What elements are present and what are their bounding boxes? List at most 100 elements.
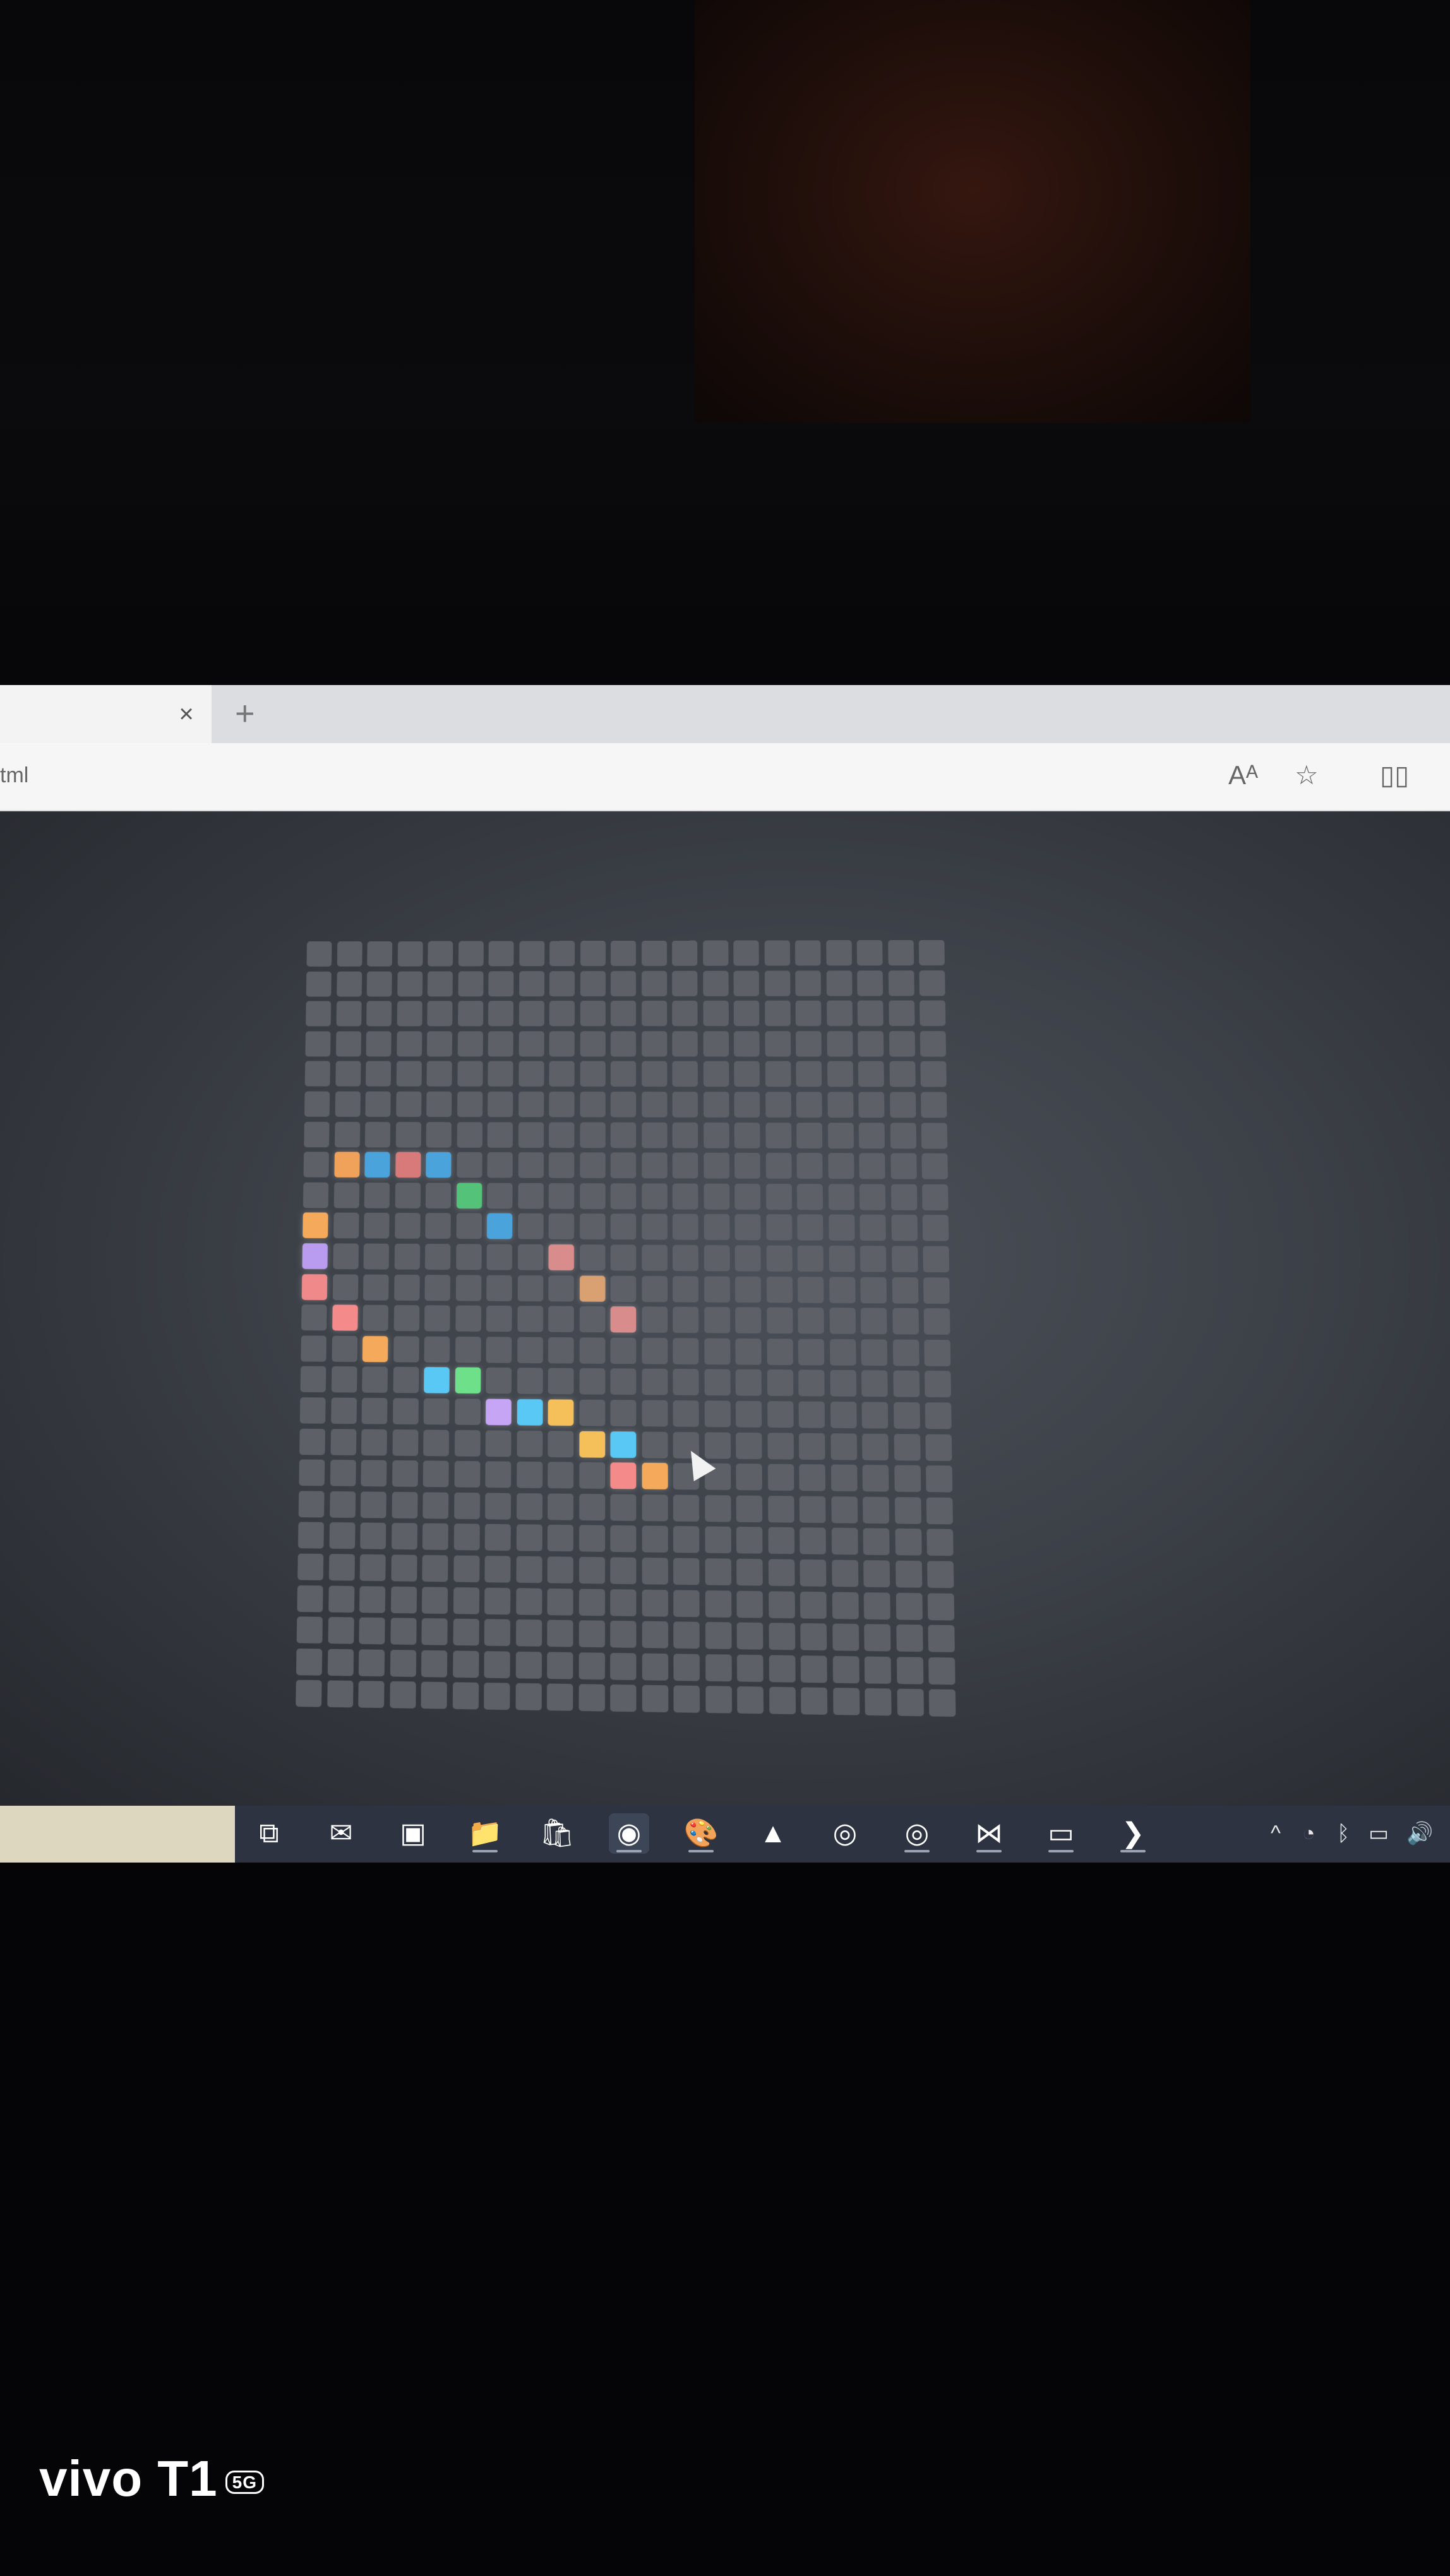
grid-cell[interactable]: [733, 940, 759, 966]
grid-cell[interactable]: [358, 1649, 385, 1677]
grid-cell[interactable]: [484, 1556, 511, 1583]
grid-cell[interactable]: [672, 1183, 698, 1210]
grid-cell[interactable]: [518, 1152, 544, 1178]
grid-cell-lit[interactable]: [548, 1244, 575, 1271]
grid-cell[interactable]: [517, 1337, 543, 1364]
grid-cell[interactable]: [580, 1091, 606, 1118]
grid-cell[interactable]: [829, 1308, 856, 1335]
grid-cell[interactable]: [332, 1273, 358, 1301]
grid-cell[interactable]: [487, 1121, 513, 1148]
grid-cell[interactable]: [306, 971, 332, 997]
grid-cell[interactable]: [673, 1369, 699, 1396]
grid-cell[interactable]: [328, 1585, 354, 1613]
grid-cell[interactable]: [488, 1061, 513, 1087]
grid-cell[interactable]: [367, 941, 393, 967]
grid-cell-lit[interactable]: [548, 1399, 574, 1426]
grid-cell[interactable]: [672, 1031, 698, 1057]
grid-cell[interactable]: [610, 1213, 637, 1240]
grid-cell[interactable]: [330, 1428, 356, 1455]
grid-cell[interactable]: [703, 1061, 729, 1087]
grid-cell[interactable]: [549, 1001, 575, 1027]
grid-cell[interactable]: [796, 1122, 823, 1148]
grid-cell[interactable]: [421, 1650, 448, 1678]
grid-cell[interactable]: [795, 1000, 822, 1027]
grid-cell[interactable]: [832, 1623, 859, 1652]
grid-cell-lit[interactable]: [424, 1367, 450, 1394]
grid-cell[interactable]: [765, 1153, 792, 1179]
grid-cell[interactable]: [391, 1491, 418, 1518]
grid-cell[interactable]: [485, 1461, 512, 1488]
grid-cell[interactable]: [421, 1681, 447, 1710]
grid-cell[interactable]: [395, 1121, 421, 1148]
grid-cell[interactable]: [392, 1460, 418, 1488]
grid-cell[interactable]: [673, 1621, 700, 1649]
grid-cell[interactable]: [458, 941, 484, 967]
grid-cell[interactable]: [515, 1587, 542, 1615]
grid-cell[interactable]: [487, 1183, 513, 1209]
grid-cell[interactable]: [331, 1335, 357, 1362]
grid-cell[interactable]: [329, 1522, 356, 1549]
grid-cell[interactable]: [361, 1460, 387, 1487]
grid-cell[interactable]: [426, 1061, 452, 1087]
grid-cell[interactable]: [424, 1336, 450, 1363]
grid-cell[interactable]: [610, 1652, 637, 1680]
grid-cell[interactable]: [863, 1528, 890, 1556]
grid-cell[interactable]: [547, 1525, 573, 1552]
grid-cell[interactable]: [395, 1091, 421, 1118]
grid-cell[interactable]: [860, 1277, 887, 1303]
grid-cell[interactable]: [485, 1493, 512, 1520]
grid-cell[interactable]: [829, 1277, 856, 1303]
grid-cell[interactable]: [361, 1397, 388, 1424]
grid-cell[interactable]: [830, 1464, 858, 1492]
grid-cell[interactable]: [923, 1308, 950, 1335]
grid-cell[interactable]: [642, 1494, 668, 1522]
grid-cell[interactable]: [390, 1586, 417, 1614]
grid-cell[interactable]: [327, 1680, 354, 1708]
grid-cell[interactable]: [795, 970, 821, 996]
grid-cell[interactable]: [301, 1304, 327, 1331]
vscode-icon[interactable]: ⋈: [969, 1813, 1009, 1854]
grid-cell[interactable]: [304, 1091, 330, 1117]
grid-cell[interactable]: [578, 1589, 605, 1616]
grid-cell[interactable]: [365, 1091, 391, 1117]
chrome-profile-icon[interactable]: ◎: [897, 1813, 937, 1854]
grid-cell[interactable]: [364, 1182, 390, 1208]
grid-cell[interactable]: [767, 1527, 794, 1554]
grid-cell[interactable]: [395, 1182, 421, 1208]
grid-cell[interactable]: [303, 1182, 329, 1208]
grid-cell[interactable]: [704, 1338, 730, 1365]
grid-cell[interactable]: [768, 1590, 795, 1618]
grid-cell[interactable]: [641, 1122, 668, 1148]
grid-cell[interactable]: [610, 1275, 637, 1302]
grid-cell[interactable]: [641, 1244, 668, 1271]
grid-cell[interactable]: [426, 1091, 452, 1118]
grid-cell-lit[interactable]: [455, 1367, 481, 1394]
grid-cell[interactable]: [734, 1061, 760, 1087]
grid-cell[interactable]: [360, 1522, 386, 1550]
grid-cell[interactable]: [297, 1522, 324, 1549]
grid-cell[interactable]: [580, 970, 606, 996]
grid-cell[interactable]: [335, 1091, 361, 1117]
grid-cell[interactable]: [641, 1337, 668, 1364]
grid-cell[interactable]: [767, 1432, 794, 1460]
grid-cell[interactable]: [487, 1152, 513, 1178]
grid-cell[interactable]: [486, 1275, 512, 1301]
grid-cell[interactable]: [397, 971, 422, 997]
volume-icon[interactable]: 🔊: [1406, 1820, 1433, 1847]
grid-cell[interactable]: [765, 1092, 791, 1118]
grid-cell[interactable]: [516, 1524, 542, 1552]
grid-cell[interactable]: [579, 1213, 606, 1240]
grid-cell[interactable]: [832, 1592, 859, 1619]
grid-cell[interactable]: [896, 1592, 923, 1620]
chrome-icon[interactable]: ◎: [825, 1813, 865, 1854]
grid-cell[interactable]: [673, 1338, 699, 1364]
grid-cell[interactable]: [641, 940, 667, 966]
grid-cell[interactable]: [641, 1400, 668, 1427]
grid-cell[interactable]: [455, 1336, 481, 1363]
grid-cell[interactable]: [673, 1400, 699, 1428]
grid-cell[interactable]: [702, 940, 728, 966]
grid-cell[interactable]: [297, 1553, 324, 1581]
grid-cell[interactable]: [799, 1496, 826, 1523]
grid-cell[interactable]: [920, 1000, 946, 1027]
grid-cell[interactable]: [798, 1433, 825, 1460]
